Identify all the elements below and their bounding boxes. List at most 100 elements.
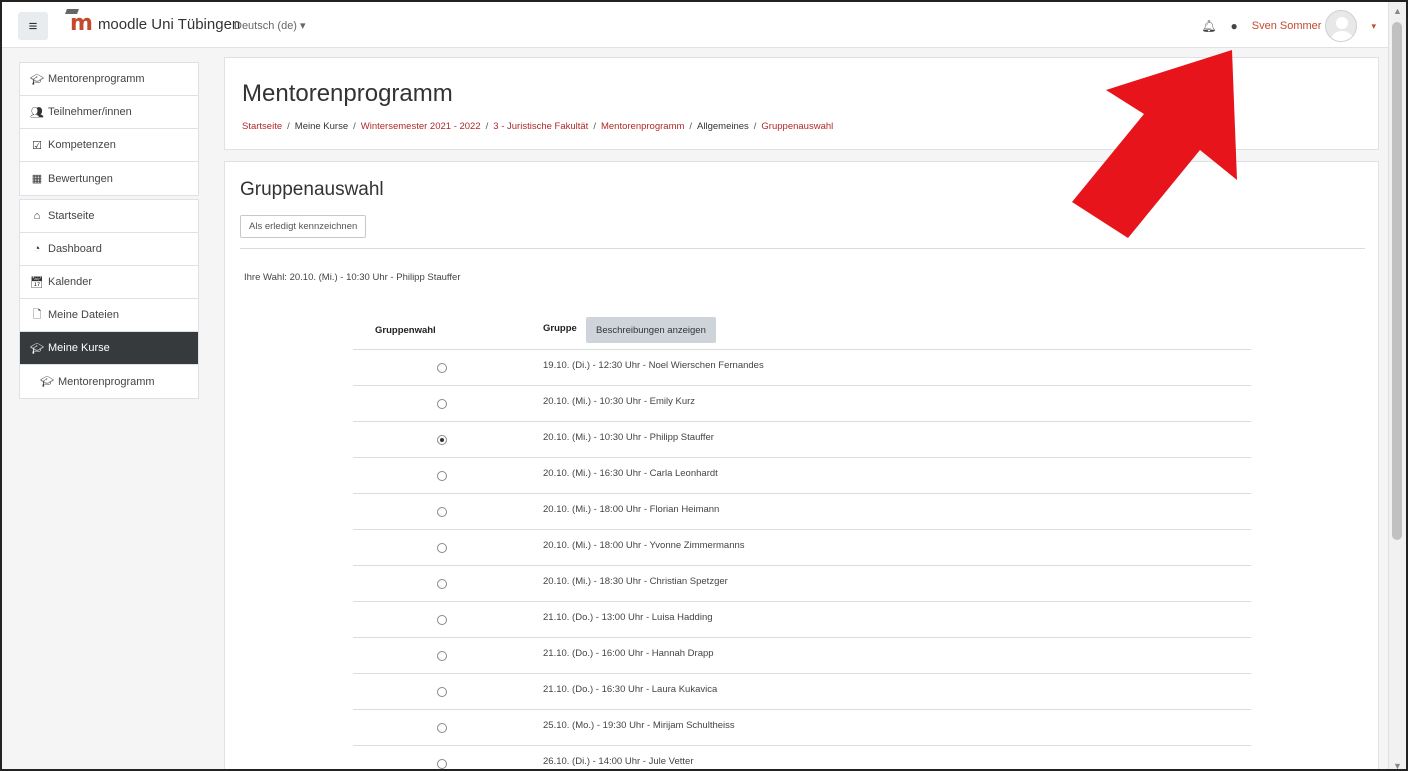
group-radio[interactable] [437, 471, 447, 481]
table-icon: ▦ [31, 173, 43, 185]
scroll-down-icon[interactable]: ▼ [1393, 761, 1402, 769]
table-row: 26.10. (Di.) - 14:00 Uhr - Jule Vetter [353, 745, 1251, 769]
table-row: 19.10. (Di.) - 12:30 Uhr - Noel Wiersche… [353, 349, 1251, 385]
chevron-down-icon[interactable]: ▾ [1371, 21, 1376, 32]
group-radio[interactable] [437, 543, 447, 553]
sidebar-item-kalender[interactable]: 📅︎ Kalender [20, 266, 198, 299]
group-radio[interactable] [437, 579, 447, 589]
sidebar-nav: 🎓︎ Mentorenprogramm 👥︎ Teilnehmer/innen ☑ Kom… [19, 62, 199, 402]
sidebar-item-label: Meine Dateien [48, 309, 119, 321]
group-label: 20.10. (Mi.) - 18:00 Uhr - Yvonne Zimmer… [543, 540, 745, 551]
username[interactable]: Sven Sommer [1252, 20, 1322, 32]
sidebar-item-kompetenzen[interactable]: ☑ Kompetenzen [20, 129, 198, 162]
vertical-scrollbar[interactable]: ▲ ▼ [1388, 2, 1406, 769]
group-label: 20.10. (Mi.) - 18:00 Uhr - Florian Heima… [543, 504, 720, 515]
graduation-cap-icon: 🎓︎ [30, 73, 44, 86]
table-row: 20.10. (Mi.) - 10:30 Uhr - Philipp Stauf… [353, 421, 1251, 457]
table-row: 21.10. (Do.) - 16:00 Uhr - Hannah Drapp [353, 637, 1251, 673]
table-row: 20.10. (Mi.) - 16:30 Uhr - Carla Leonhar… [353, 457, 1251, 493]
table-row: 25.10. (Mo.) - 19:30 Uhr - Mirijam Schul… [353, 709, 1251, 745]
sidebar-item-mentorenprogramm[interactable]: 🎓︎ Mentorenprogramm [20, 63, 198, 96]
home-icon: ⌂ [33, 210, 41, 222]
scroll-up-icon[interactable]: ▲ [1393, 6, 1402, 16]
group-radio[interactable] [437, 399, 447, 409]
group-label: 20.10. (Mi.) - 10:30 Uhr - Emily Kurz [543, 396, 696, 407]
group-radio[interactable] [437, 651, 447, 661]
table-row: 20.10. (Mi.) - 18:00 Uhr - Yvonne Zimmer… [353, 529, 1251, 565]
breadcrumb-item[interactable]: Mentorenprogramm [601, 121, 684, 132]
group-label: 20.10. (Mi.) - 10:30 Uhr - Philipp Stauf… [543, 432, 714, 443]
scrollbar-thumb[interactable] [1392, 22, 1402, 540]
bell-icon[interactable]: 🔔︎ [1201, 19, 1216, 33]
breadcrumb-item: Meine Kurse [294, 121, 349, 132]
sidebar-item-label: Startseite [48, 210, 95, 222]
breadcrumb-item: Allgemeines [697, 121, 749, 132]
group-choice-table: 19.10. (Di.) - 12:30 Uhr - Noel Wiersche… [353, 349, 1251, 769]
sidebar-item-meine-dateien[interactable]: 🗋 Meine Dateien [20, 299, 198, 332]
group-radio[interactable] [437, 435, 447, 445]
avatar[interactable] [1325, 10, 1358, 42]
group-radio[interactable] [437, 363, 447, 373]
browser-viewport: ≡ m moodle Uni Tübingen Deutsch (de) ▾ 🔔… [0, 0, 1408, 771]
sidebar-item-meine-kurse[interactable]: 🎓︎ Meine Kurse [20, 332, 198, 365]
show-descriptions-button[interactable]: Beschreibungen anzeigen [586, 317, 716, 343]
table-row: 21.10. (Do.) - 13:00 Uhr - Luisa Hadding [353, 601, 1251, 637]
brand-text: moodle Uni Tübingen [97, 15, 241, 33]
graduation-cap-icon: 🎓︎ [40, 376, 54, 388]
breadcrumb-item[interactable]: Startseite [242, 121, 282, 132]
mark-done-button[interactable]: Als erledigt kennzeichnen [240, 215, 367, 238]
group-label: 21.10. (Do.) - 13:00 Uhr - Luisa Hadding [543, 612, 713, 623]
sidebar-item-mentorenprogramm[interactable]: 🎓︎ Mentorenprogramm [20, 365, 198, 398]
sidebar-item-dashboard[interactable]: ◔ Dashboard [20, 233, 198, 266]
breadcrumb-separator: / [689, 121, 693, 132]
sidebar-item-label: Mentorenprogramm [58, 375, 155, 388]
sidebar-item-bewertungen[interactable]: ▦ Bewertungen [20, 162, 198, 195]
breadcrumb-separator: / [485, 121, 489, 132]
language-menu[interactable]: Deutsch (de) ▾ [234, 19, 306, 32]
page-header: Mentorenprogramm Startseite / Meine Kurse /… [224, 57, 1379, 150]
group-radio[interactable] [437, 723, 447, 733]
sidebar-item-label: Dashboard [48, 243, 102, 255]
group-radio[interactable] [437, 507, 447, 517]
speech-bubble-icon[interactable]: ● [1231, 19, 1238, 33]
group-label: 20.10. (Mi.) - 16:30 Uhr - Carla Leonhar… [543, 468, 718, 479]
sidebar-item-startseite[interactable]: ⌂ Startseite [20, 200, 198, 233]
checkbox-icon: ☑ [32, 139, 42, 152]
sidebar-item-label: Mentorenprogramm [48, 73, 145, 85]
group-radio[interactable] [437, 759, 447, 769]
main-content: Gruppenauswahl Als erledigt kennzeichnen… [224, 161, 1379, 769]
sidebar-item-teilnehmer-innen[interactable]: 👥︎ Teilnehmer/innen [20, 96, 198, 129]
table-row: 21.10. (Do.) - 16:30 Uhr - Laura Kukavic… [353, 673, 1251, 709]
sidebar-item-label: Kompetenzen [48, 139, 116, 151]
calendar-icon: 📅︎ [30, 276, 44, 289]
sidebar-item-label: Bewertungen [48, 172, 113, 185]
breadcrumb-item[interactable]: Gruppenauswahl [761, 121, 833, 132]
breadcrumb-item[interactable]: Wintersemester 2021 - 2022 [361, 121, 481, 132]
hamburger-icon[interactable]: ≡ [18, 12, 48, 40]
breadcrumb-separator: / [287, 121, 290, 132]
brand-logo-link[interactable]: m moodle Uni Tübingen [65, 9, 241, 35]
users-icon: 👥︎ [30, 106, 44, 119]
top-navbar: ≡ m moodle Uni Tübingen Deutsch (de) ▾ 🔔… [2, 2, 1388, 48]
table-row: 20.10. (Mi.) - 10:30 Uhr - Emily Kurz [353, 385, 1251, 421]
user-nav: 🔔︎ ● Sven Sommer ▾ [1201, 10, 1376, 42]
group-label: 26.10. (Di.) - 14:00 Uhr - Jule Vetter [543, 756, 694, 767]
group-label: 21.10. (Do.) - 16:00 Uhr - Hannah Drapp [543, 648, 714, 659]
dashboard-icon: ◔ [33, 243, 41, 255]
group-label: 25.10. (Mo.) - 19:30 Uhr - Mirijam Schul… [543, 720, 735, 731]
group-label: 21.10. (Do.) - 16:30 Uhr - Laura Kukavic… [543, 684, 718, 695]
group-radio[interactable] [437, 615, 447, 625]
sidebar-item-label: Meine Kurse [48, 342, 110, 354]
table-row: 20.10. (Mi.) - 18:00 Uhr - Florian Heima… [353, 493, 1251, 529]
sidebar-group: 🎓︎ Mentorenprogramm 👥︎ Teilnehmer/innen ☑ Kom… [19, 62, 199, 196]
page-title: Mentorenprogramm [242, 80, 453, 107]
breadcrumb-item[interactable]: 3 - Juristische Fakultät [493, 121, 588, 132]
breadcrumb-separator: / [593, 121, 596, 132]
chevron-down-icon: ▾ [300, 20, 306, 32]
divider [240, 248, 1365, 249]
column-header-group: Gruppe [543, 323, 577, 334]
file-icon: 🗋 [32, 308, 42, 321]
breadcrumb-separator: / [353, 121, 356, 132]
group-radio[interactable] [437, 687, 447, 697]
group-label: 20.10. (Mi.) - 18:30 Uhr - Christian Spe… [543, 576, 728, 587]
